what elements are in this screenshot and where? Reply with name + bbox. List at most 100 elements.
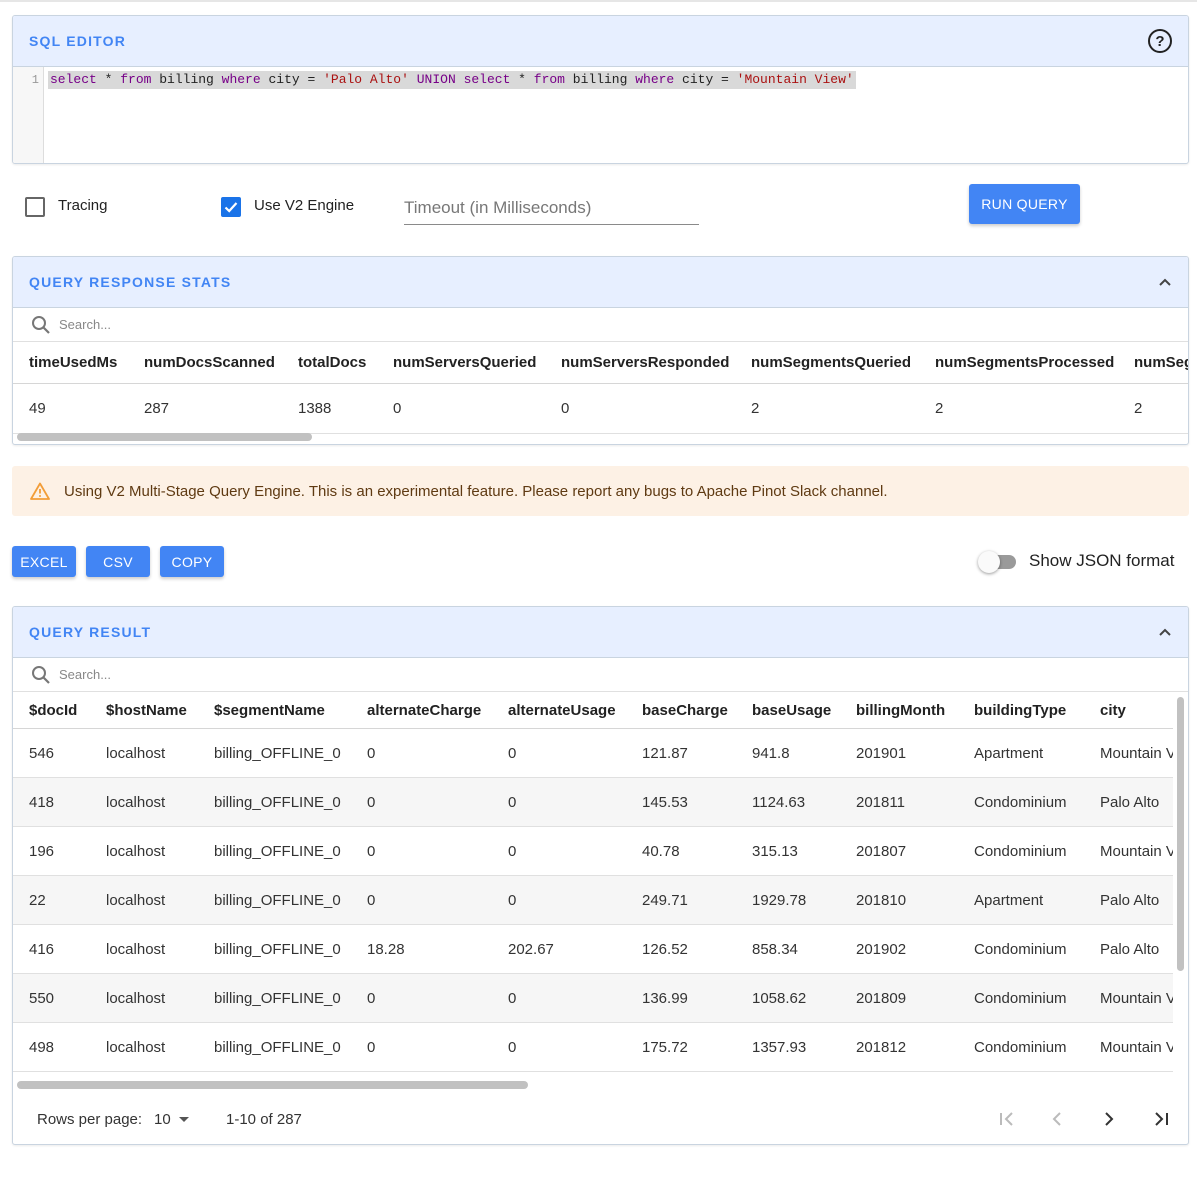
table-cell: 941.8 <box>752 744 790 762</box>
help-icon[interactable]: ? <box>1148 29 1172 53</box>
stats-search[interactable]: Search... <box>13 308 1188 342</box>
search-icon <box>32 315 50 334</box>
stats-cell: 2 <box>935 400 944 417</box>
use-v2-engine-label: Use V2 Engine <box>254 197 355 214</box>
result-column-header[interactable]: baseCharge <box>626 702 736 719</box>
table-cell: 0 <box>367 1038 376 1056</box>
table-row[interactable]: 22 localhost billing_OFFLINE_0 0 0 249.71 1929… <box>13 876 1173 925</box>
table-cell: Condominium <box>974 1038 1067 1056</box>
run-query-button[interactable]: RUN QUERY <box>969 184 1080 224</box>
table-cell: Palo Alto <box>1100 793 1160 811</box>
table-row[interactable]: 546 localhost billing_OFFLINE_0 0 0 121.87 941… <box>13 729 1173 778</box>
stats-column-header[interactable]: numSeg <box>1118 354 1188 371</box>
stats-column-header[interactable]: totalDocs <box>282 354 377 371</box>
table-cell: 0 <box>367 793 376 811</box>
result-title: QUERY RESULT <box>29 624 152 640</box>
chevron-up-icon[interactable] <box>1158 625 1172 639</box>
sql-token: from <box>120 72 152 87</box>
stats-header[interactable]: QUERY RESPONSE STATS <box>13 257 1188 308</box>
stats-horizontal-scrollbar[interactable] <box>17 433 312 441</box>
result-body: 546 localhost billing_OFFLINE_0 0 0 121.87 941… <box>13 729 1173 1072</box>
next-page-icon[interactable] <box>1099 1109 1119 1129</box>
result-column-header[interactable]: billingMonth <box>840 702 958 719</box>
result-column-header[interactable]: $hostName <box>90 702 198 719</box>
rows-per-page-label: Rows per page: <box>37 1110 143 1128</box>
query-result-panel: QUERY RESULT Search... $docId $hostName $s… <box>12 606 1189 1145</box>
table-cell: Apartment <box>974 744 1044 762</box>
table-cell: 145.53 <box>642 793 688 811</box>
tracing-checkbox[interactable] <box>25 197 45 217</box>
query-response-stats-panel: QUERY RESPONSE STATS Search... timeUsedM… <box>12 256 1189 445</box>
sql-token: billing <box>151 72 222 87</box>
table-row[interactable]: 498 localhost billing_OFFLINE_0 0 0 175.72 135… <box>13 1023 1173 1072</box>
sql-editor-header: SQL EDITOR ? <box>13 16 1188 67</box>
table-row[interactable]: 416 localhost billing_OFFLINE_0 18.28 202.67… <box>13 925 1173 974</box>
chevron-up-icon[interactable] <box>1158 275 1172 289</box>
stats-column-header[interactable]: numServersQueried <box>377 354 545 371</box>
table-cell: billing_OFFLINE_0 <box>214 842 341 860</box>
table-cell: localhost <box>106 891 166 909</box>
sql-token: 'Palo Alto' <box>323 72 409 87</box>
sql-editor-title: SQL EDITOR <box>29 33 127 49</box>
table-cell: 136.99 <box>642 989 688 1007</box>
result-column-header[interactable]: city <box>1084 702 1173 719</box>
result-column-header[interactable]: $segmentName <box>198 702 351 719</box>
table-cell: 18.28 <box>367 940 405 958</box>
table-cell: localhost <box>106 940 166 958</box>
result-column-header[interactable]: alternateUsage <box>492 702 626 719</box>
sql-token: where <box>221 72 261 87</box>
sql-token: city = <box>674 72 737 87</box>
stats-column-header[interactable]: numSegmentsQueried <box>735 354 919 371</box>
table-cell: billing_OFFLINE_0 <box>214 1038 341 1056</box>
sql-token: * <box>510 72 534 87</box>
table-cell: 0 <box>508 891 517 909</box>
sql-token: select <box>463 72 511 87</box>
csv-button[interactable]: CSV <box>86 546 150 577</box>
result-horizontal-scrollbar[interactable] <box>17 1081 528 1089</box>
timeout-input[interactable]: Timeout (in Milliseconds) <box>404 190 699 225</box>
result-column-header[interactable]: buildingType <box>958 702 1084 719</box>
table-cell: Condominium <box>974 842 1067 860</box>
first-page-icon[interactable] <box>997 1109 1017 1129</box>
stats-column-header[interactable]: numServersResponded <box>545 354 735 371</box>
rows-per-page-select[interactable]: 10 <box>154 1111 191 1128</box>
result-table: $docId $hostName $segmentName alternateChar… <box>13 692 1173 1072</box>
sql-token: 'Mountain View' <box>736 72 854 87</box>
sql-token: billing <box>565 72 636 87</box>
table-cell: Palo Alto <box>1100 940 1160 958</box>
json-toggle-thumb[interactable] <box>978 551 1000 573</box>
result-vertical-scrollbar[interactable] <box>1177 697 1184 971</box>
table-row[interactable]: 418 localhost billing_OFFLINE_0 0 0 145.53 112… <box>13 778 1173 827</box>
result-column-header[interactable]: $docId <box>13 702 90 719</box>
last-page-icon[interactable] <box>1151 1109 1171 1129</box>
table-cell: billing_OFFLINE_0 <box>214 793 341 811</box>
stats-column-header[interactable]: numDocsScanned <box>128 354 282 371</box>
result-search[interactable]: Search... <box>13 658 1188 692</box>
table-cell: 0 <box>508 1038 517 1056</box>
result-column-header[interactable]: baseUsage <box>736 702 840 719</box>
result-header[interactable]: QUERY RESULT <box>13 607 1188 658</box>
table-cell: Mountain View <box>1100 989 1173 1007</box>
table-cell: 315.13 <box>752 842 798 860</box>
table-cell: 201901 <box>856 744 907 762</box>
sql-query-line[interactable]: select * from billing where city = 'Palo… <box>48 71 856 89</box>
table-row[interactable]: 196 localhost billing_OFFLINE_0 0 0 40.78 315.… <box>13 827 1173 876</box>
table-cell: billing_OFFLINE_0 <box>214 891 341 909</box>
result-column-header[interactable]: alternateCharge <box>351 702 492 719</box>
stats-column-header[interactable]: numSegmentsProcessed <box>919 354 1118 371</box>
stats-cell: 287 <box>144 400 170 417</box>
stats-column-header[interactable]: timeUsedMs <box>13 354 128 371</box>
table-cell: Mountain View <box>1100 1038 1173 1056</box>
table-row[interactable]: 550 localhost billing_OFFLINE_0 0 0 136.99 105… <box>13 974 1173 1023</box>
table-cell: 858.34 <box>752 940 798 958</box>
excel-button[interactable]: EXCEL <box>12 546 76 577</box>
sql-code-editor[interactable]: 1 select * from billing where city = 'Pa… <box>13 67 1188 163</box>
copy-button[interactable]: COPY <box>160 546 224 577</box>
tracing-label: Tracing <box>58 197 108 214</box>
table-cell: 550 <box>29 989 55 1007</box>
table-cell: 202.67 <box>508 940 554 958</box>
warning-icon <box>30 482 50 500</box>
use-v2-engine-checkbox[interactable] <box>221 197 241 217</box>
previous-page-icon[interactable] <box>1047 1109 1067 1129</box>
